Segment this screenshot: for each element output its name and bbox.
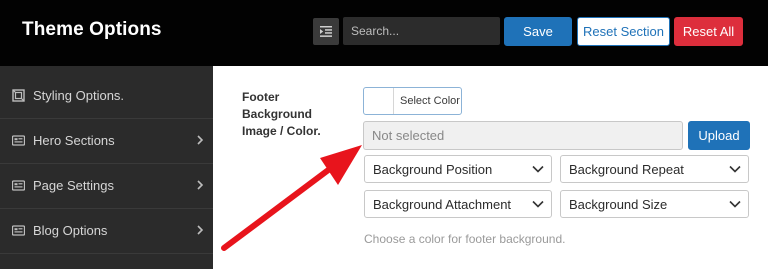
save-button[interactable]: Save bbox=[504, 17, 572, 46]
styling-icon bbox=[12, 89, 25, 102]
chevron-right-icon bbox=[197, 225, 204, 235]
select-value: Background Position bbox=[373, 162, 493, 177]
sidebar-item-hero-sections[interactable]: Hero Sections bbox=[0, 119, 213, 164]
chevron-right-icon bbox=[197, 135, 204, 145]
app-title: Theme Options bbox=[22, 19, 162, 40]
select-color-label: Select Color bbox=[400, 95, 460, 107]
select-color-button[interactable]: Select Color bbox=[363, 87, 462, 115]
media-url-field[interactable] bbox=[363, 121, 683, 150]
expand-toggle-button[interactable] bbox=[313, 18, 339, 45]
reset-section-button[interactable]: Reset Section bbox=[577, 17, 670, 46]
field-description: Choose a color for footer background. bbox=[364, 232, 566, 246]
chevron-down-icon bbox=[729, 165, 741, 173]
sidebar-item-page-settings[interactable]: Page Settings bbox=[0, 164, 213, 209]
upload-button[interactable]: Upload bbox=[688, 121, 750, 150]
chevron-right-icon bbox=[197, 180, 204, 190]
page-icon bbox=[12, 180, 25, 191]
select-value: Background Repeat bbox=[569, 162, 684, 177]
field-label: Footer Background Image / Color. bbox=[242, 90, 321, 138]
header-bar: Theme Options Save Reset Section Reset A… bbox=[0, 0, 768, 66]
sidebar-item-label: Styling Options. bbox=[33, 88, 125, 103]
search-input[interactable] bbox=[343, 17, 500, 45]
list-indent-icon bbox=[320, 26, 332, 37]
chevron-down-icon bbox=[532, 200, 544, 208]
color-swatch bbox=[364, 88, 394, 114]
select-value: Background Size bbox=[569, 197, 668, 212]
chevron-down-icon bbox=[532, 165, 544, 173]
sidebar-item-label: Blog Options bbox=[33, 223, 108, 238]
sidebar-item-label: Page Settings bbox=[33, 178, 114, 193]
reset-all-button[interactable]: Reset All bbox=[674, 17, 743, 46]
sidebar-item-label: Hero Sections bbox=[33, 133, 115, 148]
sidebar: Styling Options. Hero Sections Page Sett… bbox=[0, 66, 213, 269]
sidebar-item-blog-options[interactable]: Blog Options bbox=[0, 209, 213, 254]
select-value: Background Attachment bbox=[373, 197, 512, 212]
background-repeat-select[interactable]: Background Repeat bbox=[560, 155, 749, 183]
chevron-down-icon bbox=[729, 200, 741, 208]
background-size-select[interactable]: Background Size bbox=[560, 190, 749, 218]
sidebar-item-styling-options[interactable]: Styling Options. bbox=[0, 74, 213, 119]
blog-icon bbox=[12, 225, 25, 236]
background-attachment-select[interactable]: Background Attachment bbox=[364, 190, 552, 218]
section-icon bbox=[12, 135, 25, 146]
background-position-select[interactable]: Background Position bbox=[364, 155, 552, 183]
